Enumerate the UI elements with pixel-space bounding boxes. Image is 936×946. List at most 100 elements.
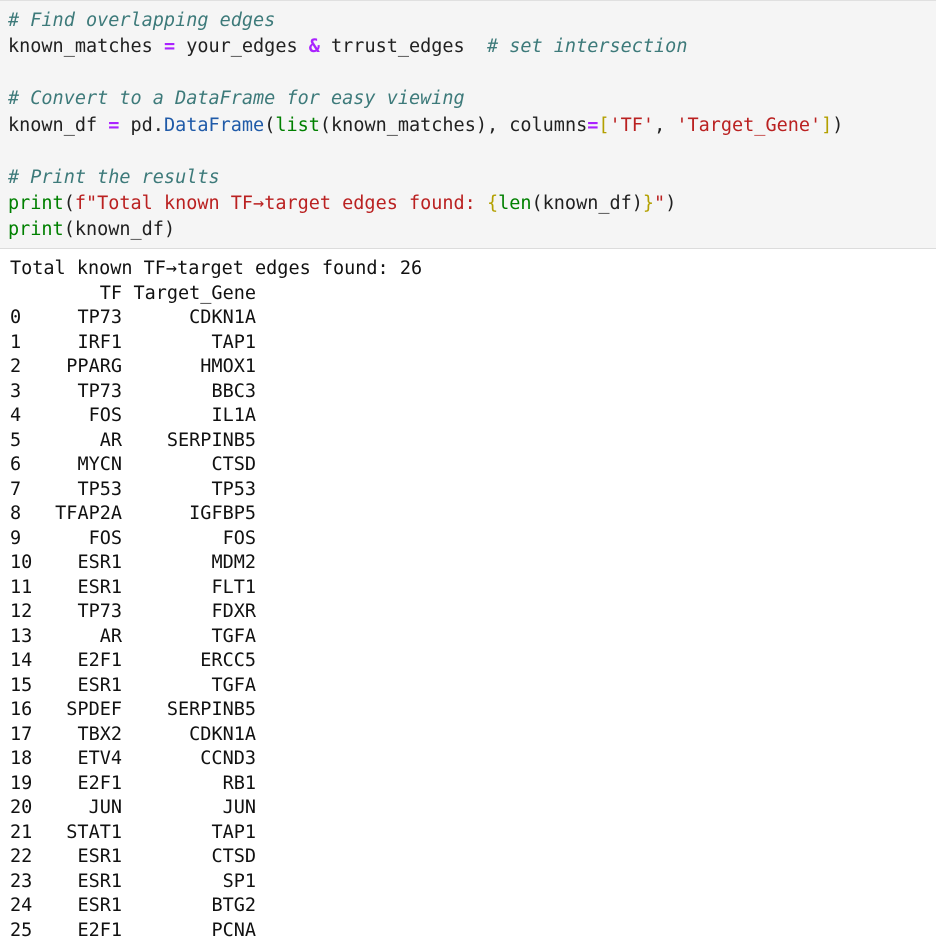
tf-cell: TP73 (77, 307, 122, 328)
dataframe-header: TF Target_Gene (0, 282, 936, 307)
table-row: 10 ESR1 MDM2 (0, 551, 936, 576)
tf-cell: TP73 (77, 601, 122, 622)
code-builtin: print (8, 219, 64, 240)
table-row: 24 ESR1 BTG2 (0, 894, 936, 919)
code-string: " (654, 193, 666, 214)
table-row: 19 E2F1 RB1 (0, 772, 936, 797)
code-builtin: print (8, 193, 64, 214)
code-bracket: [ (598, 115, 610, 136)
tf-cell: TBX2 (77, 723, 122, 745)
tf-cell: TFAP2A (55, 503, 122, 524)
code-paren: ( (264, 115, 276, 136)
code-builtin: len (498, 193, 532, 214)
code-paren: ) (832, 115, 844, 136)
tf-cell: E2F1 (77, 772, 122, 794)
table-row: 3 TP73 BBC3 (0, 380, 936, 405)
table-row: 15 ESR1 TGFA (0, 674, 936, 699)
tf-cell: JUN (88, 797, 122, 818)
tf-cell: TP73 (77, 380, 122, 402)
table-row: 23 ESR1 SP1 (0, 870, 936, 895)
code-operator: & (308, 36, 320, 57)
target-gene-cell: SERPINB5 (166, 429, 256, 451)
table-row: 6 MYCN CTSD (0, 453, 936, 478)
target-gene-cell: TGFA (211, 674, 256, 696)
tf-cell: ESR1 (77, 870, 122, 892)
tf-cell: AR (99, 429, 122, 451)
code-attribute: DataFrame (163, 115, 265, 136)
table-row: 25 E2F1 PCNA (0, 919, 936, 944)
target-gene-cell: CDKN1A (189, 723, 256, 745)
code-comment: # Find overlapping edges (8, 10, 276, 31)
target-gene-cell: CTSD (211, 846, 256, 867)
target-gene-cell: PCNA (211, 919, 256, 941)
table-row: 0 TP73 CDKN1A (0, 306, 936, 331)
code-cell-input[interactable]: # Find overlapping edges known_matches =… (0, 0, 936, 249)
target-gene-cell: FLT1 (211, 576, 256, 598)
code-args: (known_matches), columns (319, 115, 588, 136)
code-variable: your_edges (186, 36, 298, 57)
tf-cell: TP53 (77, 478, 122, 500)
table-row: 21 STAT1 TAP1 (0, 821, 936, 846)
code-variable: known_matches (8, 36, 153, 57)
tf-cell: E2F1 (77, 650, 122, 671)
tf-cell: IRF1 (77, 331, 122, 353)
code-variable: trrust_edges (331, 36, 465, 57)
tf-cell: ESR1 (77, 576, 122, 598)
table-row: 16 SPDEF SERPINB5 (0, 698, 936, 723)
code-line-5: known_df = pd.DataFrame(list(known_match… (8, 113, 843, 139)
code-string: 'TF' (609, 115, 655, 136)
code-args: (known_df) (531, 193, 643, 214)
table-row: 7 TP53 TP53 (0, 478, 936, 503)
tf-cell: ESR1 (77, 846, 122, 867)
code-operator: = (108, 115, 120, 136)
table-row: 8 TFAP2A IGFBP5 (0, 502, 936, 527)
tf-cell: ESR1 (77, 895, 122, 916)
target-gene-cell: JUN (222, 797, 256, 818)
table-row: 11 ESR1 FLT1 (0, 576, 936, 601)
table-row: 2 PPARG HMOX1 (0, 355, 936, 380)
target-gene-cell: IL1A (211, 405, 256, 426)
tf-cell: MYCN (77, 454, 122, 475)
code-bracket: { (486, 193, 499, 214)
code-variable: known_df (8, 115, 98, 136)
code-bracket: ] (821, 115, 833, 136)
code-line-7: # Print the results (8, 165, 220, 191)
tf-cell: ESR1 (77, 552, 122, 573)
target-gene-cell: SERPINB5 (166, 699, 256, 720)
target-gene-cell: MDM2 (211, 552, 256, 573)
tf-cell: ESR1 (77, 674, 122, 696)
table-row: 5 AR SERPINB5 (0, 429, 936, 454)
table-row: 4 FOS IL1A (0, 404, 936, 429)
table-row: 17 TBX2 CDKN1A (0, 723, 936, 748)
code-string: f"Total known TF→target edges found: (74, 193, 487, 214)
target-gene-cell: IGFBP5 (189, 503, 256, 524)
tf-cell: PPARG (66, 356, 122, 377)
table-row: 13 AR TGFA (0, 625, 936, 650)
code-paren: ) (665, 193, 677, 214)
target-gene-cell: TAP1 (211, 331, 256, 353)
cell-output: Total known TF→target edges found: 26 TF… (0, 249, 936, 946)
target-gene-cell: CDKN1A (189, 307, 256, 328)
column-header-target-gene: Target_Gene (133, 282, 256, 304)
code-string: 'Target_Gene' (676, 115, 822, 136)
target-gene-cell: BTG2 (211, 895, 256, 916)
table-row: 12 TP73 FDXR (0, 600, 936, 625)
tf-cell: STAT1 (66, 821, 122, 843)
target-gene-cell: TGFA (211, 625, 256, 647)
target-gene-cell: FDXR (211, 601, 256, 622)
tf-cell: SPDEF (66, 699, 122, 720)
table-row: 18 ETV4 CCND3 (0, 747, 936, 772)
target-gene-cell: TAP1 (211, 821, 256, 843)
tf-cell: ETV4 (77, 748, 122, 769)
tf-cell: E2F1 (77, 919, 122, 941)
code-punct: , (654, 115, 677, 136)
target-gene-cell: FOS (222, 527, 256, 549)
code-line-4: # Convert to a DataFrame for easy viewin… (8, 86, 465, 112)
code-builtin: list (275, 115, 320, 136)
target-gene-cell: BBC3 (211, 380, 256, 402)
tf-cell: AR (99, 625, 122, 647)
code-line-9: print(known_df) (8, 217, 175, 243)
target-gene-cell: ERCC5 (200, 650, 256, 671)
tf-cell: FOS (88, 405, 122, 426)
table-row: 1 IRF1 TAP1 (0, 331, 936, 356)
